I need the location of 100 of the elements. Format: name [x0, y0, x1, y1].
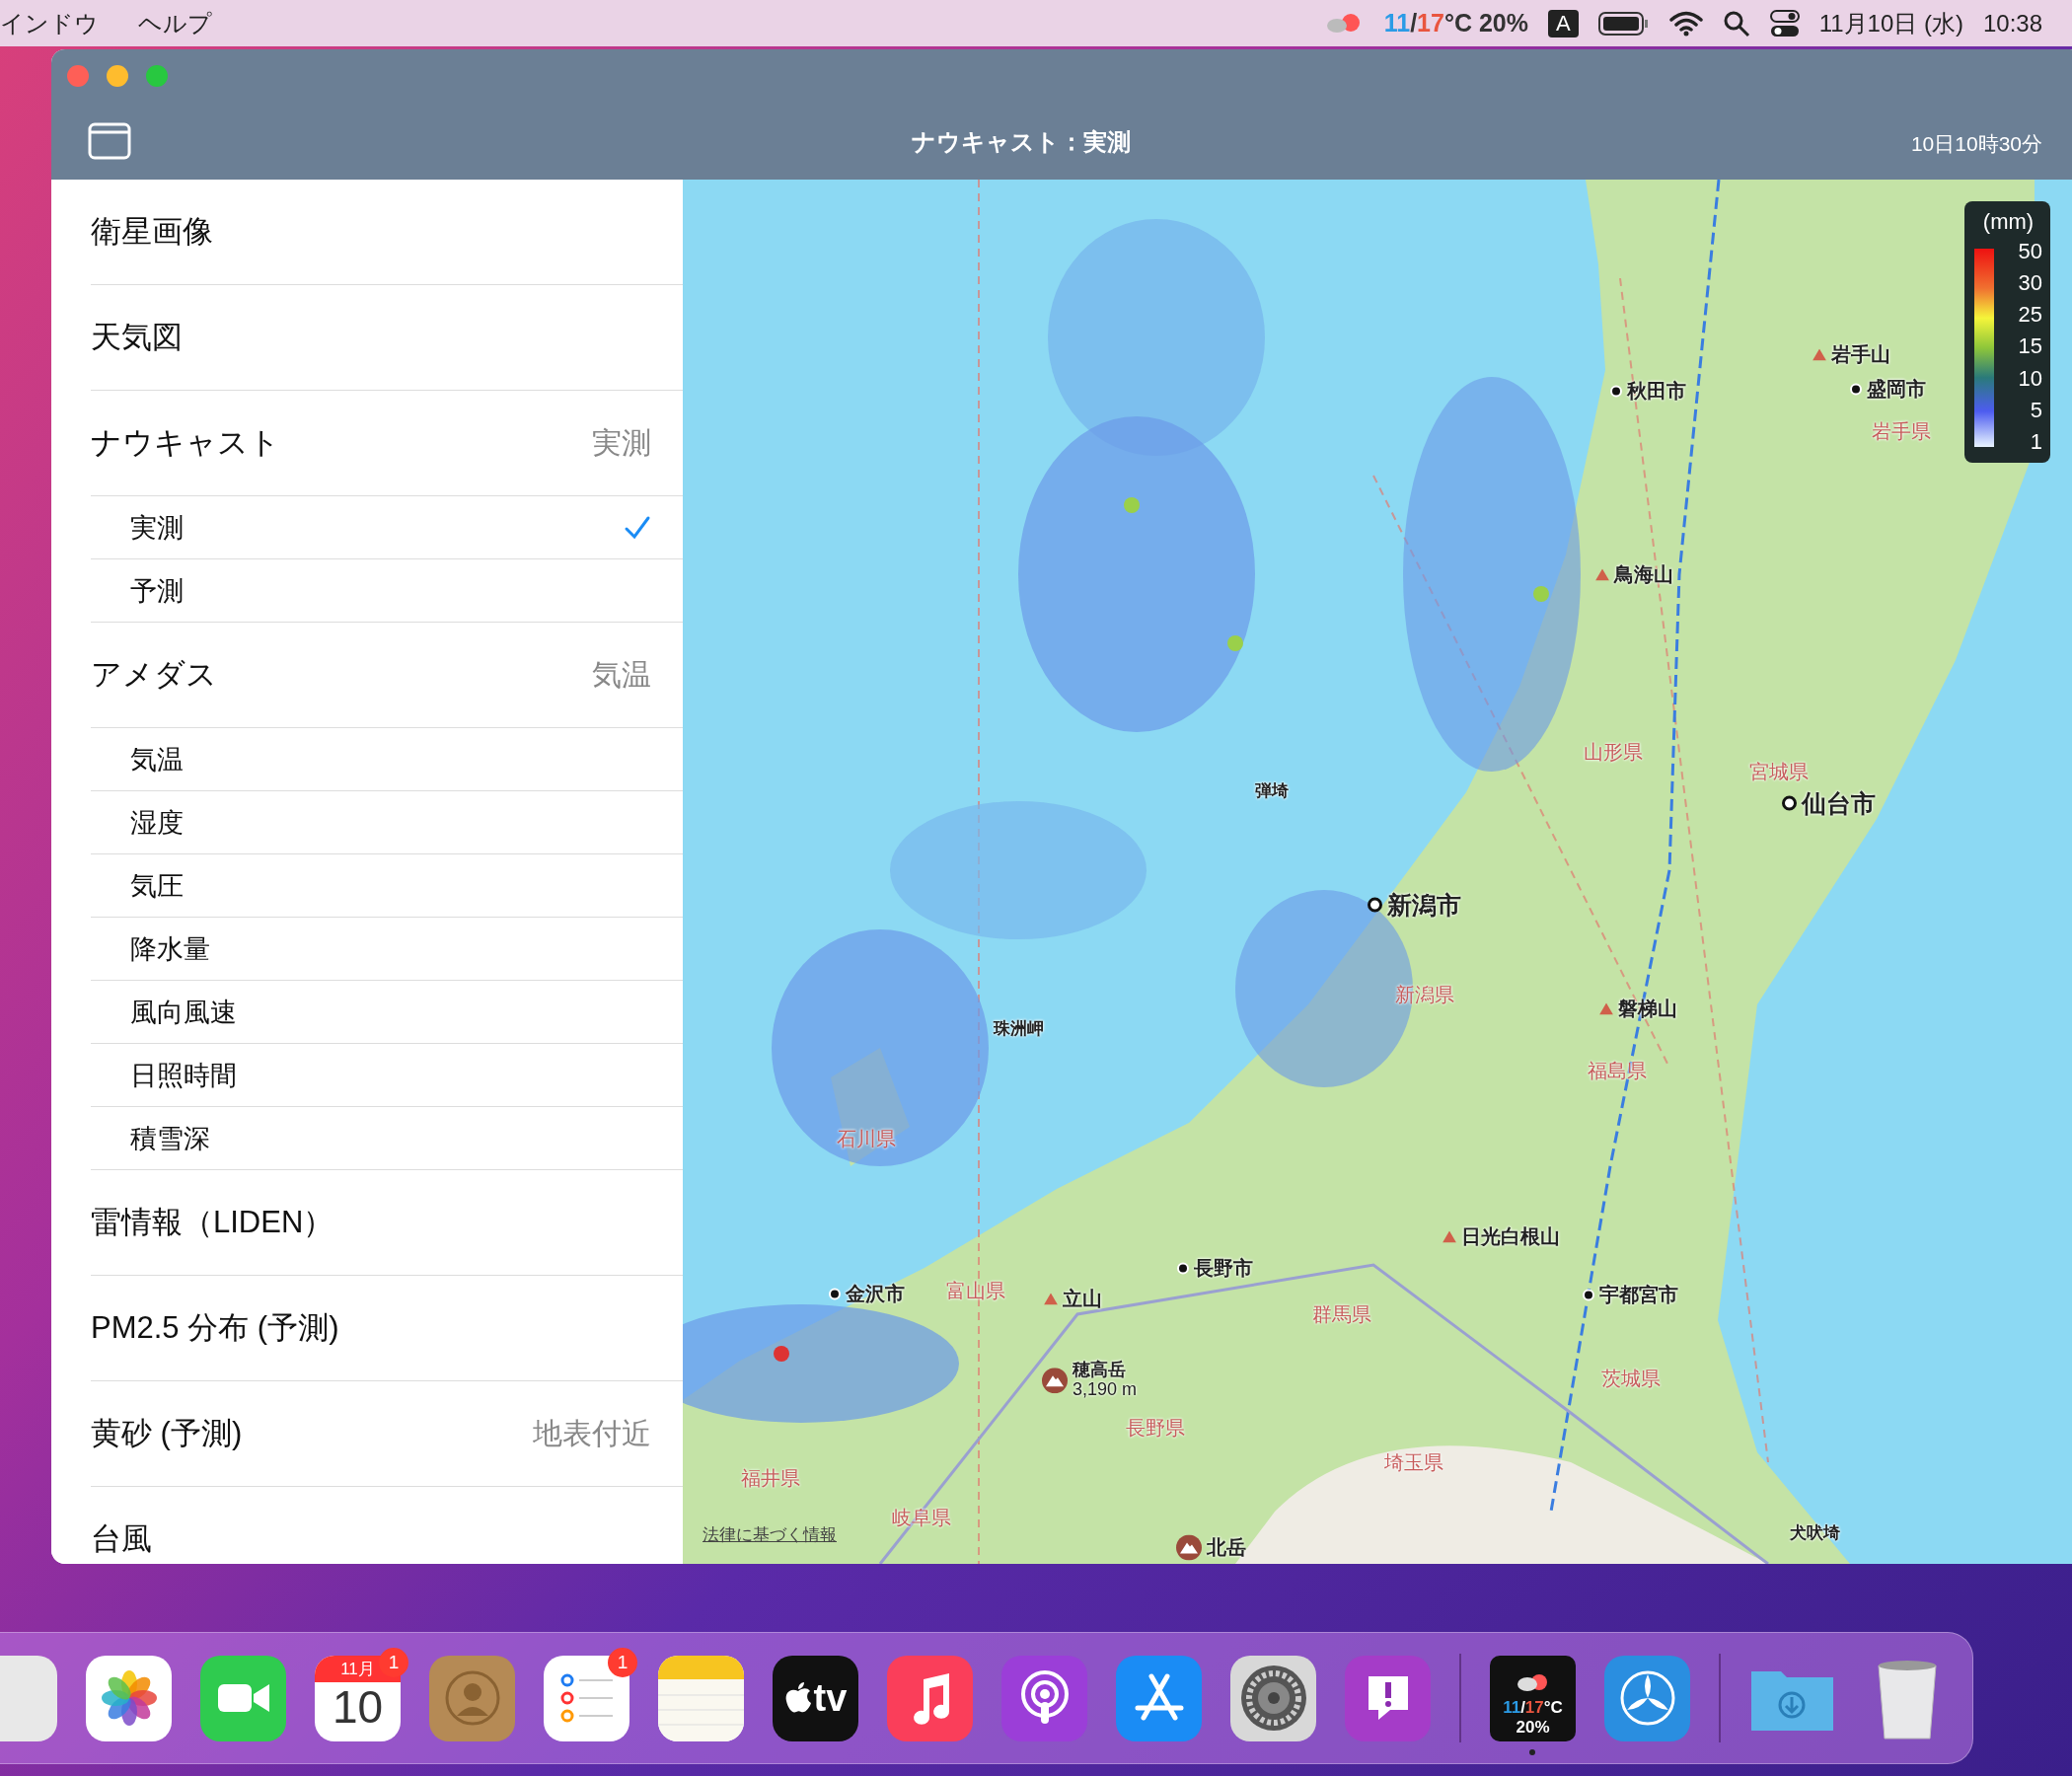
minimize-button[interactable]: [107, 65, 128, 87]
temperature-text[interactable]: 11/17°C 20%: [1383, 9, 1528, 37]
notepad-icon[interactable]: [658, 1655, 744, 1741]
option-label: 気圧: [130, 869, 185, 903]
section-label: PM2.5 分布 (予測): [91, 1309, 340, 1347]
sidebar-option[interactable]: 風向風速: [91, 981, 683, 1044]
mountain-label: 北岳: [1207, 1534, 1246, 1560]
app-store-icon[interactable]: [1116, 1655, 1202, 1741]
heavy-rain-spot: [1533, 586, 1549, 602]
gear-icon[interactable]: [1230, 1655, 1316, 1741]
option-label: 降水量: [130, 932, 211, 966]
prefecture-label: 岩手県: [1872, 418, 1931, 444]
section-value: 実測: [592, 424, 651, 461]
mountain-label: 日光白根山: [1461, 1223, 1560, 1249]
prefecture-label: 岐阜県: [892, 1505, 951, 1530]
prefecture-label: 群馬県: [1312, 1301, 1371, 1327]
heavy-rain-spot: [1227, 635, 1243, 651]
mountain-icon: [1176, 1534, 1202, 1560]
option-label: 予測: [130, 574, 185, 608]
clock-text[interactable]: 10:38: [1982, 9, 2042, 37]
wifi-icon[interactable]: [1668, 10, 1703, 37]
propeller-icon[interactable]: [1604, 1655, 1690, 1741]
sidebar-option[interactable]: 降水量: [91, 918, 683, 981]
sidebar-toggle-icon[interactable]: [88, 122, 131, 160]
flower-icon[interactable]: [86, 1655, 172, 1741]
city-label: 盛岡市: [1867, 376, 1926, 402]
battery-icon[interactable]: [1597, 10, 1650, 37]
sidebar-option[interactable]: 積雪深: [91, 1107, 683, 1170]
option-label: 湿度: [130, 806, 185, 840]
city-label: 金沢市: [846, 1281, 905, 1306]
weather-widget[interactable]: 11/17°C 20%: [1490, 1655, 1576, 1741]
city-label: 仙台市: [1802, 787, 1876, 819]
section-value: 地表付近: [533, 1415, 651, 1451]
prefecture-label: 新潟県: [1395, 982, 1454, 1007]
legend-value: 1: [2030, 428, 2042, 455]
legend-unit: (mm): [1982, 209, 2035, 235]
prefecture-label: 茨城県: [1601, 1366, 1661, 1391]
city-label: 新潟市: [1387, 889, 1461, 921]
mountain-label: 磐梯山: [1618, 996, 1677, 1021]
city-label: 秋田市: [1627, 378, 1686, 404]
list-icon[interactable]: [544, 1655, 629, 1741]
option-label: 風向風速: [130, 996, 238, 1029]
podcast-icon[interactable]: [1001, 1655, 1087, 1741]
video-camera-icon[interactable]: [200, 1655, 286, 1741]
date-text[interactable]: 11月10日 (水): [1818, 7, 1963, 39]
search-icon[interactable]: [1722, 9, 1750, 37]
speech-bubble-icon[interactable]: [1345, 1655, 1431, 1741]
heavy-rain-spot: [1124, 497, 1140, 513]
section-label: 台風: [91, 1520, 153, 1558]
sidebar-option[interactable]: 気温: [91, 728, 683, 791]
notification-badge: 1: [608, 1647, 637, 1677]
mountain-label: 岩手山: [1831, 341, 1890, 367]
triangle-icon: [1044, 1293, 1058, 1304]
prefecture-label: 長野県: [1126, 1415, 1185, 1441]
prefecture-label: 福島県: [1588, 1058, 1647, 1083]
tv-app-icon[interactable]: tv: [773, 1655, 858, 1741]
section-value: 気温: [592, 656, 651, 693]
cape-label: 犬吠埼: [1790, 1521, 1840, 1544]
legend-value: 5: [2030, 397, 2042, 423]
legend-value: 30: [2018, 270, 2042, 297]
triangle-icon: [1813, 348, 1826, 360]
legend-value: 10: [2018, 365, 2042, 392]
triangle-icon: [1443, 1230, 1456, 1242]
section-label: ナウキャスト: [91, 424, 281, 462]
option-label: 実測: [130, 511, 185, 545]
legend-value: 50: [2018, 239, 2042, 264]
music-note-icon[interactable]: [887, 1655, 973, 1741]
prefecture-label: 埼玉県: [1384, 1449, 1443, 1475]
section-label: 天気図: [91, 319, 184, 356]
section-label: 衛星画像: [91, 213, 214, 251]
prefecture-label: 石川県: [837, 1126, 896, 1151]
heavy-rain-spot: [774, 1346, 789, 1362]
sidebar-option[interactable]: 実測: [91, 496, 683, 559]
sidebar-option[interactable]: 湿度: [91, 791, 683, 854]
section-label: アメダス: [91, 656, 218, 694]
option-label: 気温: [130, 743, 185, 777]
cape-label: 弾埼: [1255, 779, 1289, 802]
menu-item[interactable]: インドウ: [0, 7, 99, 39]
legal-info-link[interactable]: 法律に基づく情報: [703, 1523, 837, 1546]
input-source-indicator[interactable]: A: [1548, 9, 1579, 37]
mountain-label: 立山: [1063, 1286, 1102, 1311]
city-label: 宇都宮市: [1599, 1282, 1678, 1307]
prefecture-label: 宮城県: [1749, 759, 1809, 784]
city-label: 長野市: [1194, 1255, 1253, 1281]
mountain-label: 穂高岳: [1073, 1361, 1127, 1380]
triangle-icon: [1599, 1002, 1613, 1014]
sidebar-option[interactable]: 気圧: [91, 854, 683, 918]
prefecture-label: 富山県: [946, 1278, 1005, 1303]
legend-value: 25: [2018, 302, 2042, 329]
option-label: 積雪深: [130, 1122, 211, 1155]
legend-value: 15: [2018, 333, 2042, 360]
cape-label: 珠洲岬: [994, 1017, 1044, 1040]
section-label: 雷情報（LIDEN）: [91, 1204, 335, 1241]
menu-item[interactable]: ヘルプ: [138, 7, 212, 39]
timestamp-text: 10日10時30分: [1910, 131, 2042, 157]
toggle-switches-icon[interactable]: [1769, 9, 1800, 37]
mountain-icon: [1042, 1368, 1068, 1393]
sidebar-option[interactable]: 日照時間: [91, 1044, 683, 1107]
sidebar-option[interactable]: 予測: [91, 559, 683, 623]
section-label: 黄砂 (予測): [91, 1415, 244, 1452]
